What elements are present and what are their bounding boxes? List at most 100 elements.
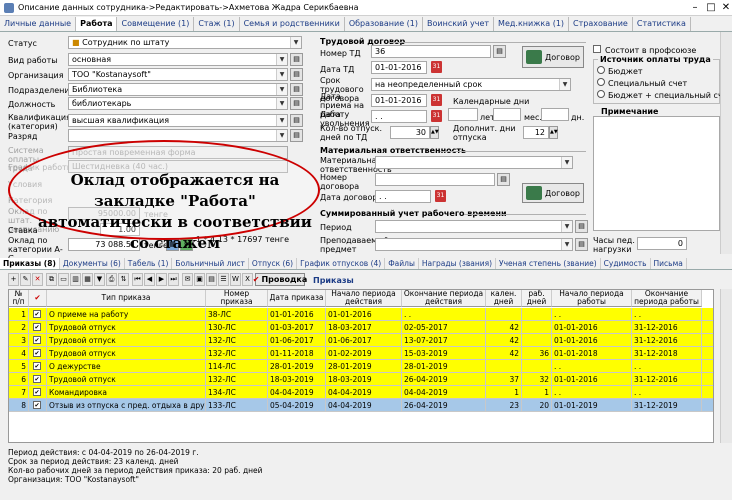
provodka-button[interactable]: ✔ Проводка (253, 273, 307, 286)
copy-icon[interactable]: ⧉ (46, 273, 57, 286)
directory-icon[interactable]: ▤ (290, 68, 303, 81)
contract-number-field[interactable]: 36 (371, 45, 491, 58)
col-header-check[interactable]: ✔ (29, 290, 47, 307)
col-header-work-start[interactable]: Начало периода работы (552, 290, 632, 307)
hours-field[interactable]: 0 (637, 237, 687, 250)
work-type-select[interactable]: основная ▼ (68, 53, 288, 66)
table-row[interactable]: 2 ✔ Трудовой отпуск 130-ЛС 01-03-2017 18-03-2… (9, 321, 713, 334)
next-record-icon[interactable]: ▶ (156, 273, 167, 286)
tab-education[interactable]: Образование (1) (344, 17, 424, 31)
filter-icon[interactable]: ▼ (94, 273, 105, 286)
table-scrollbar[interactable] (720, 289, 732, 443)
chevron-down-icon[interactable]: ▼ (276, 84, 287, 95)
dept-select[interactable]: Библиотека ▼ (68, 83, 288, 96)
funding-radio-1[interactable] (597, 66, 605, 74)
row-checkbox[interactable]: ✔ (33, 310, 41, 318)
tab-criminal-record[interactable]: Судимость (601, 258, 651, 269)
calendar-icon[interactable]: 31 (435, 190, 446, 202)
tab-orders[interactable]: Приказы (8) (0, 258, 60, 269)
contract-date-field[interactable]: 01-01-2016 (371, 61, 427, 74)
row-checkbox[interactable]: ✔ (33, 401, 41, 409)
chevron-down-icon[interactable]: ▼ (561, 221, 572, 232)
fire-date-field[interactable]: . . (371, 110, 427, 123)
chevron-down-icon[interactable]: ▼ (561, 157, 572, 168)
row-checkbox[interactable]: ✔ (33, 349, 41, 357)
tab-sick-leave[interactable]: Больничный лист (172, 258, 249, 269)
tab-medbook[interactable]: Мед.книжка (1) (494, 17, 570, 31)
table-row[interactable]: 7 ✔ Командировка 134-ЛС 04-04-2019 04-04-2019… (9, 386, 713, 399)
chevron-down-icon[interactable]: ▼ (276, 130, 287, 141)
col-header-date[interactable]: Дата приказа (268, 290, 326, 307)
table-row[interactable]: 1 ✔ О приеме на работу 38-ЛС 01-01-2016 01-01… (9, 308, 713, 321)
spinner-icon[interactable]: ▲▼ (430, 126, 439, 139)
calendar-icon[interactable]: 31 (431, 61, 442, 73)
table-row[interactable]: 3 ✔ Трудовой отпуск 132-ЛС 01-06-2017 01-06-2… (9, 334, 713, 347)
hire-date-field[interactable]: 01-01-2016 (371, 94, 427, 107)
tab-combination[interactable]: Совмещение (1) (117, 17, 195, 31)
close-icon[interactable]: ✕ (719, 2, 732, 13)
note-textarea[interactable] (593, 116, 720, 231)
table-row[interactable]: 6 ✔ Трудовой отпуск 132-ЛС 18-03-2019 18-03-2… (9, 373, 713, 386)
directory-icon[interactable]: ▤ (290, 53, 303, 66)
vacation-days-field[interactable]: 30 (390, 126, 430, 139)
col-header-work-end[interactable]: Окончание периода работы (632, 290, 702, 307)
years-field[interactable] (448, 108, 478, 121)
excel-icon[interactable]: X (242, 273, 253, 286)
row-checkbox[interactable]: ✔ (33, 375, 41, 383)
add-icon[interactable]: + (8, 273, 19, 286)
tab-vacation-schedule[interactable]: График отпусков (4) (297, 258, 386, 269)
first-record-icon[interactable]: ⏮ (132, 273, 143, 286)
calendar-icon[interactable]: 31 (431, 110, 442, 122)
col-header-type[interactable]: Тип приказа (47, 290, 206, 307)
contract-dogovor-button[interactable]: Договор (522, 46, 584, 68)
union-checkbox[interactable] (593, 45, 601, 53)
table-row[interactable]: 8 ✔ Отзыв из отпуска с пред. отдыха в друг… (9, 399, 713, 412)
col-header-start[interactable]: Начало периода действия (326, 290, 402, 307)
edit-icon[interactable]: ✎ (20, 273, 31, 286)
maximize-icon[interactable]: □ (704, 2, 718, 13)
calendar-icon[interactable]: 31 (431, 94, 442, 106)
col-header-end[interactable]: Окончание периода действия (402, 290, 486, 307)
form-scrollbar[interactable] (720, 32, 732, 254)
funding-radio-3[interactable] (597, 90, 605, 98)
table-row[interactable]: 5 ✔ О дежурстве 114-ЛС 28-01-2019 28-01-2019 2… (9, 360, 713, 373)
tab-timesheet[interactable]: Табель (1) (125, 258, 173, 269)
columns-icon[interactable]: ▥ (70, 273, 81, 286)
col-header-number[interactable]: Номер приказа (206, 290, 268, 307)
additional-days-field[interactable]: 12 (523, 126, 549, 139)
funding-radio-2[interactable] (597, 78, 605, 86)
tab-family[interactable]: Семья и родственники (239, 17, 345, 31)
chevron-down-icon[interactable]: ▼ (276, 69, 287, 80)
list-icon[interactable]: ☰ (218, 273, 229, 286)
tab-files[interactable]: Файлы (385, 258, 419, 269)
chevron-down-icon[interactable]: ▼ (561, 239, 572, 250)
directory-icon[interactable]: ▤ (575, 238, 588, 251)
tab-academic-degree[interactable]: Ученая степень (звание) (496, 258, 601, 269)
minimize-icon[interactable]: – (688, 2, 702, 13)
subject-select[interactable]: ▼ (375, 238, 573, 251)
tab-awards[interactable]: Награды (звания) (419, 258, 497, 269)
print-icon[interactable]: ⎙ (106, 273, 117, 286)
liability-date-field[interactable]: . . (375, 190, 431, 203)
col-header-num[interactable]: № п/п (9, 290, 29, 307)
chevron-down-icon[interactable]: ▼ (559, 79, 570, 90)
tab-experience[interactable]: Стаж (1) (194, 17, 240, 31)
directory-icon[interactable]: ▤ (290, 83, 303, 96)
contract-term-select[interactable]: на неопределенный срок ▼ (371, 78, 571, 91)
directory-icon[interactable]: ▤ (290, 97, 303, 110)
tab-letters[interactable]: Письма (651, 258, 687, 269)
tab-documents[interactable]: Документы (6) (60, 258, 125, 269)
tab-insurance[interactable]: Страхование (569, 17, 633, 31)
period-select[interactable]: ▼ (375, 220, 573, 233)
liability-num-field[interactable] (375, 173, 495, 186)
image-icon[interactable]: ▣ (194, 273, 205, 286)
mail-icon[interactable]: ✉ (182, 273, 193, 286)
table-row[interactable]: 4 ✔ Трудовой отпуск 132-ЛС 01-11-2018 01-02-2… (9, 347, 713, 360)
tab-statistics[interactable]: Статистика (632, 17, 691, 31)
chevron-down-icon[interactable]: ▼ (276, 54, 287, 65)
spinner-icon[interactable]: ▲▼ (549, 126, 558, 139)
tab-military[interactable]: Воинский учет (423, 17, 495, 31)
row-checkbox[interactable]: ✔ (33, 388, 41, 396)
delete-icon[interactable]: ✕ (32, 273, 43, 286)
directory-icon[interactable]: ▤ (290, 129, 303, 142)
